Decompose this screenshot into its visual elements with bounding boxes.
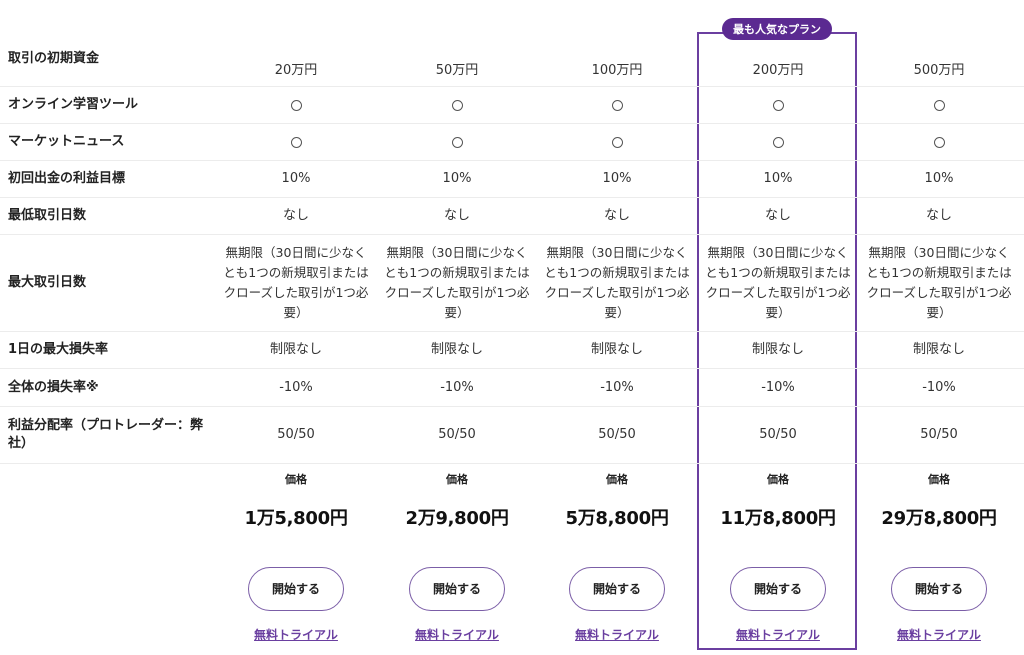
plan-3-max-days: 無期限（30日間に少なくとも1つの新規取引またはクローズした取引が1つ必要） bbox=[544, 245, 690, 320]
plan-2-split: 50/50 bbox=[438, 427, 476, 442]
included-circle-icon bbox=[451, 136, 463, 148]
included-circle-icon bbox=[290, 136, 302, 148]
row-label: 最大取引日数 bbox=[8, 275, 87, 290]
plan-3-price: 5万8,800円 bbox=[565, 508, 669, 529]
included-circle-icon bbox=[611, 136, 623, 148]
plan-5-free-trial-link[interactable]: 無料トライアル bbox=[897, 625, 981, 645]
plan-3-start-button[interactable]: 開始する bbox=[569, 567, 665, 611]
plan-5-total-loss: -10% bbox=[922, 379, 956, 395]
plan-1-start-button[interactable]: 開始する bbox=[248, 567, 344, 611]
plan-4-start-button[interactable]: 開始する bbox=[730, 567, 826, 611]
row-profit-split: 利益分配率（プロトレーダー：弊社） 50/50 50/50 50/50 50/5… bbox=[0, 407, 1024, 464]
row-label: 初回出金の利益目標 bbox=[8, 171, 126, 186]
plan-2-price: 2万9,800円 bbox=[405, 508, 509, 529]
included-circle-icon bbox=[451, 99, 463, 111]
included-circle-icon bbox=[772, 99, 784, 111]
plan-1-free-trial-link[interactable]: 無料トライアル bbox=[254, 625, 338, 645]
plan-2-target: 10% bbox=[442, 171, 472, 186]
row-online-learning-tool: オンライン学習ツール bbox=[0, 87, 1024, 124]
plan-3-free-trial-link[interactable]: 無料トライアル bbox=[575, 625, 659, 645]
plan-3-split: 50/50 bbox=[598, 427, 636, 442]
plan-4-total-loss: -10% bbox=[761, 379, 795, 395]
plan-5-min-days: なし bbox=[925, 208, 952, 223]
plan-2-capital: 50万円 bbox=[435, 63, 479, 78]
price-label: 価格 bbox=[606, 473, 628, 486]
plan-2-max-days: 無期限（30日間に少なくとも1つの新規取引またはクローズした取引が1つ必要） bbox=[384, 245, 530, 320]
plan-3-total-loss: -10% bbox=[600, 379, 634, 395]
plan-2-free-trial-link[interactable]: 無料トライアル bbox=[415, 625, 499, 645]
plan-4-split: 50/50 bbox=[759, 427, 797, 442]
plan-3-min-days: なし bbox=[603, 208, 630, 223]
price-label: 価格 bbox=[928, 473, 950, 486]
plan-2-min-days: なし bbox=[443, 208, 470, 223]
plan-1-split: 50/50 bbox=[277, 427, 315, 442]
plan-3-daily-loss: 制限なし bbox=[590, 342, 643, 357]
popular-plan-badge: 最も人気なプラン bbox=[722, 18, 832, 40]
plan-5-max-days: 無期限（30日間に少なくとも1つの新規取引またはクローズした取引が1つ必要） bbox=[866, 245, 1012, 320]
row-label: 全体の損失率※ bbox=[8, 379, 99, 395]
plan-2-total-loss: -10% bbox=[440, 379, 474, 395]
plan-5-start-button[interactable]: 開始する bbox=[891, 567, 987, 611]
plan-1-min-days: なし bbox=[282, 208, 309, 223]
plan-1-max-days: 無期限（30日間に少なくとも1つの新規取引またはクローズした取引が1つ必要） bbox=[223, 245, 369, 320]
row-min-trading-days: 最低取引日数 なし なし なし なし なし bbox=[0, 198, 1024, 235]
plan-3-capital: 100万円 bbox=[591, 63, 643, 78]
included-circle-icon bbox=[933, 99, 945, 111]
row-daily-max-loss: 1日の最大損失率 制限なし 制限なし 制限なし 制限なし 制限なし bbox=[0, 332, 1024, 369]
row-label: オンライン学習ツール bbox=[8, 97, 139, 112]
plan-4-daily-loss: 制限なし bbox=[751, 342, 804, 357]
price-label: 価格 bbox=[285, 473, 307, 486]
row-market-news: マーケットニュース bbox=[0, 124, 1024, 161]
included-circle-icon bbox=[772, 136, 784, 148]
plan-1-capital: 20万円 bbox=[274, 63, 318, 78]
price-label: 価格 bbox=[767, 473, 789, 486]
plan-5-price: 29万8,800円 bbox=[881, 508, 997, 529]
plan-4-max-days: 無期限（30日間に少なくとも1つの新規取引またはクローズした取引が1つ必要） bbox=[705, 245, 851, 320]
included-circle-icon bbox=[611, 99, 623, 111]
row-label: 最低取引日数 bbox=[8, 208, 87, 223]
plan-5-split: 50/50 bbox=[920, 427, 958, 442]
row-initial-capital: 取引の初期資金 20万円 50万円 100万円 200万円 500万円 bbox=[0, 44, 1024, 87]
plan-4-price: 11万8,800円 bbox=[720, 508, 836, 529]
plan-5-target: 10% bbox=[924, 171, 954, 186]
plan-4-capital: 200万円 bbox=[752, 63, 804, 78]
plan-1-target: 10% bbox=[281, 171, 311, 186]
row-total-loss: 全体の損失率※ -10% -10% -10% -10% -10% bbox=[0, 369, 1024, 407]
plan-1-daily-loss: 制限なし bbox=[269, 342, 322, 357]
plan-5-capital: 500万円 bbox=[913, 63, 965, 78]
price-label: 価格 bbox=[446, 473, 468, 486]
row-label: マーケットニュース bbox=[8, 134, 125, 149]
plan-4-target: 10% bbox=[763, 171, 793, 186]
plan-2-daily-loss: 制限なし bbox=[430, 342, 483, 357]
plan-4-free-trial-link[interactable]: 無料トライアル bbox=[736, 625, 820, 645]
plan-1-price: 1万5,800円 bbox=[244, 508, 348, 529]
row-pricing: 価格 1万5,800円 開始する 無料トライアル 価格 2万9,800円 開始す… bbox=[0, 464, 1024, 654]
included-circle-icon bbox=[933, 136, 945, 148]
row-profit-target: 初回出金の利益目標 10% 10% 10% 10% 10% bbox=[0, 161, 1024, 198]
pricing-comparison-table: 最も人気なプラン 取引の初期資金 20万円 50万円 100万円 200万円 5… bbox=[0, 0, 1024, 655]
included-circle-icon bbox=[290, 99, 302, 111]
plan-5-daily-loss: 制限なし bbox=[912, 342, 965, 357]
row-label: 1日の最大損失率 bbox=[8, 342, 109, 357]
row-max-trading-days: 最大取引日数 無期限（30日間に少なくとも1つの新規取引またはクローズした取引が… bbox=[0, 235, 1024, 332]
plan-1-total-loss: -10% bbox=[279, 379, 313, 395]
row-label: 取引の初期資金 bbox=[8, 51, 100, 66]
plan-3-target: 10% bbox=[602, 171, 632, 186]
plan-4-min-days: なし bbox=[764, 208, 791, 223]
row-label: 利益分配率（プロトレーダー：弊社） bbox=[8, 418, 204, 451]
plan-2-start-button[interactable]: 開始する bbox=[409, 567, 505, 611]
